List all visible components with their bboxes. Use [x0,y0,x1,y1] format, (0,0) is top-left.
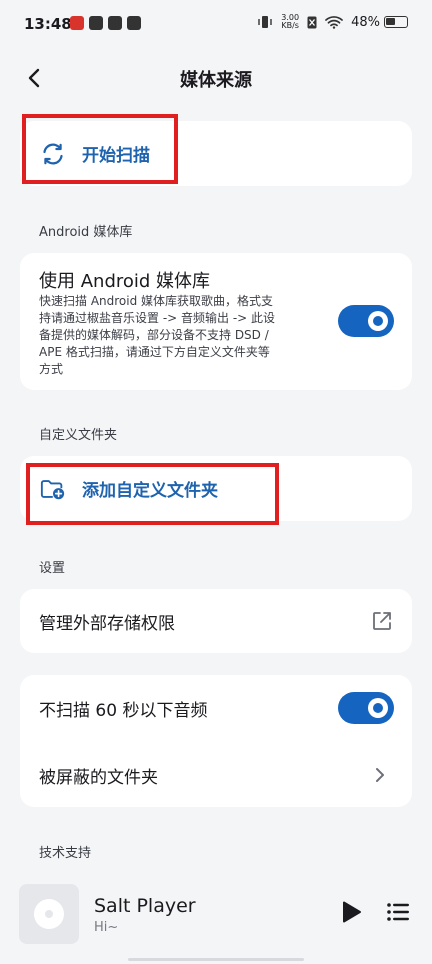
section-header-custom-folder: 自定义文件夹 [39,428,118,443]
home-indicator [128,958,304,961]
app-notification-icon [127,16,141,30]
switch-knob [368,698,388,718]
player-subtitle: Hi~ [94,920,119,935]
highlight-box [26,463,279,525]
page-title: 媒体来源 [180,70,252,91]
status-bar: 13:48 3.00 KB/s 48% [0,0,432,50]
android-media-library-title: 使用 Android 媒体库 [39,271,211,292]
battery-indicator: 48% [351,15,408,30]
blocked-folders-label: 被屏蔽的文件夹 [39,768,158,788]
blocked-folders-row[interactable]: 被屏蔽的文件夹 [20,741,412,807]
skip-short-audio-row[interactable]: 不扫描 60 秒以下音频 [20,675,412,741]
app-notification-icon [70,16,84,30]
battery-icon [384,16,408,28]
app-notification-icon [89,16,103,30]
vibrate-icon [258,16,272,28]
chevron-right-icon [376,768,384,782]
sim-off-icon [307,16,317,28]
album-art [19,884,79,944]
highlight-box [22,114,178,184]
app-bar: 媒体来源 [0,50,432,106]
section-header-android: Android 媒体库 [39,225,133,240]
android-media-library-row[interactable]: 使用 Android 媒体库 快速扫描 Android 媒体库获取歌曲，格式支 … [20,253,412,390]
manage-storage-permission-label: 管理外部存储权限 [39,614,175,634]
open-external-icon [373,612,391,630]
play-icon[interactable] [338,899,364,925]
skip-short-audio-label: 不扫描 60 秒以下音频 [39,701,208,721]
status-right: 3.00 KB/s 48% [257,14,408,30]
wifi-icon [325,16,343,29]
skip-short-audio-switch[interactable] [338,692,394,724]
status-time: 13:48 [24,15,72,33]
app-notification-icon [108,16,122,30]
player-title: Salt Player [94,895,196,917]
disc-icon [34,899,64,929]
section-header-settings: 设置 [39,561,66,576]
playlist-icon[interactable] [386,900,410,924]
battery-percent: 48% [351,14,380,30]
mini-player[interactable]: Salt Player Hi~ [0,878,432,964]
scan-settings-card: 不扫描 60 秒以下音频 被屏蔽的文件夹 [20,675,412,807]
notification-icons [70,16,141,30]
android-media-library-switch[interactable] [338,305,394,337]
manage-storage-permission-row[interactable]: 管理外部存储权限 [20,589,412,653]
android-media-library-description: 快速扫描 Android 媒体库获取歌曲，格式支 持请通过椒盐音乐设置 -> 音… [39,294,276,376]
switch-knob [368,311,388,331]
section-header-support: 技术支持 [39,846,92,861]
network-speed: 3.00 KB/s [281,13,300,30]
